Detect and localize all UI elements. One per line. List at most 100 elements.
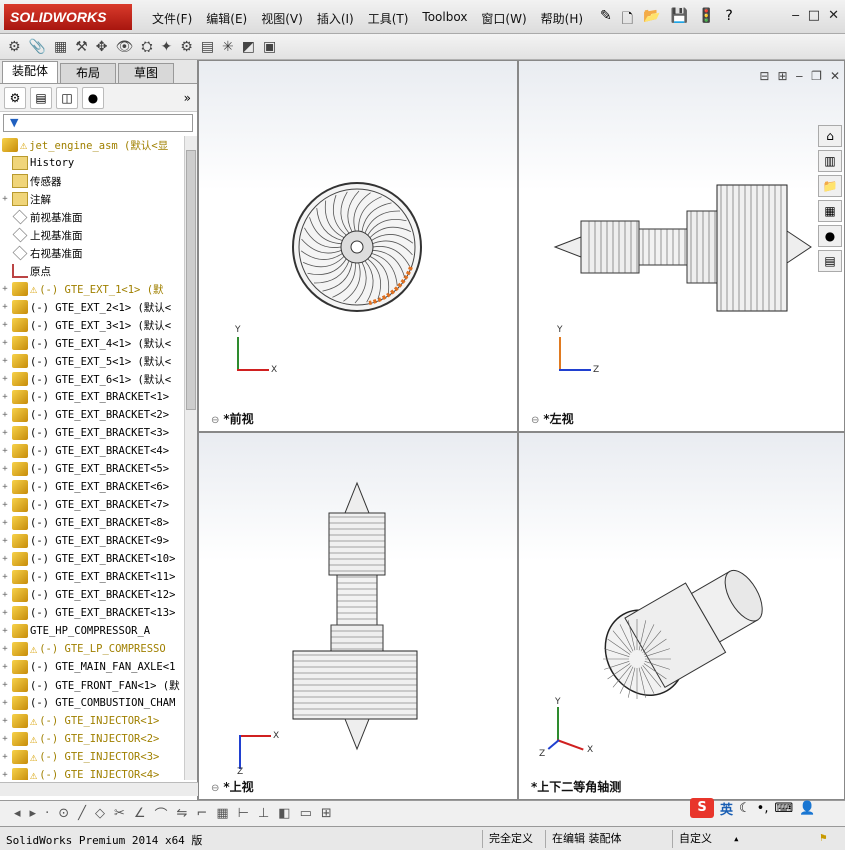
expand-toggle-icon[interactable]: +: [0, 572, 10, 582]
mirror-icon[interactable]: ⇋: [177, 806, 188, 821]
expand-toggle-icon[interactable]: +: [0, 518, 10, 528]
scroll-right-icon[interactable]: ▸: [30, 806, 37, 821]
four-view-icon[interactable]: ⊞: [321, 806, 332, 821]
menu-insert[interactable]: 插入(I): [317, 10, 354, 27]
trim-icon[interactable]: ✂: [114, 806, 125, 821]
new-motion-study-icon[interactable]: ⚙: [180, 39, 193, 55]
move-component-icon[interactable]: ✥: [96, 39, 108, 55]
expand-toggle-icon[interactable]: +: [0, 338, 10, 348]
viewport-left[interactable]: ⊟ ⊞ ‒ ❐ ✕ Y Z ⌂ ▥ 📁 ▦ ● ▤ ⊖ *左视: [518, 60, 845, 432]
menu-tools[interactable]: 工具(T): [368, 10, 409, 27]
fillet-icon[interactable]: ⌒: [155, 804, 168, 823]
scroll-left-icon[interactable]: ◂: [14, 806, 21, 821]
units-dropdown-icon[interactable]: ▴: [733, 832, 740, 845]
tree-item[interactable]: + GTE_HP_COMPRESSOR_A: [0, 622, 184, 640]
rebuild-icon[interactable]: 🚦: [698, 8, 715, 32]
exploded-view-icon[interactable]: ✳: [222, 39, 234, 55]
property-manager-icon[interactable]: ▤: [30, 86, 52, 109]
tree-item[interactable]: + (-) GTE_EXT_2<1> (默认<: [0, 298, 184, 316]
expand-toggle-icon[interactable]: +: [0, 644, 10, 654]
save-icon[interactable]: 💾: [670, 8, 687, 32]
polygon-icon[interactable]: ◇: [95, 806, 105, 821]
tree-item[interactable]: + (-) GTE_EXT_BRACKET<12>: [0, 586, 184, 604]
home-icon[interactable]: ⌂: [818, 125, 842, 147]
line-icon[interactable]: ╱: [78, 806, 86, 821]
display-manager-icon[interactable]: ●: [82, 86, 104, 109]
tree-item[interactable]: + (-) GTE_EXT_BRACKET<1>: [0, 388, 184, 406]
relation-icon[interactable]: ⊥: [258, 806, 269, 821]
viewport-top[interactable]: X Z ⊖ *上视: [198, 432, 518, 800]
expand-toggle-icon[interactable]: +: [0, 410, 10, 420]
configuration-manager-icon[interactable]: ◫: [56, 86, 78, 109]
custom-properties-icon[interactable]: ▤: [818, 250, 842, 272]
expand-toggle-icon[interactable]: +: [0, 608, 10, 618]
open-icon[interactable]: 📂: [643, 8, 660, 32]
tree-item[interactable]: + (-) GTE_EXT_3<1> (默认<: [0, 316, 184, 334]
expand-toggle-icon[interactable]: +: [0, 680, 10, 690]
tree-item[interactable]: + (-) GTE_EXT_6<1> (默认<: [0, 370, 184, 388]
expand-toggle-icon[interactable]: +: [0, 500, 10, 510]
expand-toggle-icon[interactable]: +: [0, 356, 10, 366]
smart-fasteners-icon[interactable]: ⚒: [75, 39, 88, 55]
angle-icon[interactable]: ∠: [134, 806, 146, 821]
expand-toggle-icon[interactable]: +: [0, 374, 10, 384]
offset-icon[interactable]: ⌐: [196, 806, 207, 821]
tree-item[interactable]: 传感器: [0, 172, 184, 190]
new-document-icon[interactable]: 🗋: [622, 8, 633, 32]
menu-edit[interactable]: 编辑(E): [206, 10, 247, 27]
tree-item[interactable]: + (-) GTE_EXT_BRACKET<2>: [0, 406, 184, 424]
minimize-button[interactable]: ‒: [792, 8, 800, 23]
punctuation-icon[interactable]: •,: [757, 801, 769, 816]
expand-toggle-icon[interactable]: +: [0, 716, 10, 726]
scrollbar-thumb[interactable]: [186, 150, 196, 410]
instant3d-icon[interactable]: ◩: [242, 39, 255, 55]
tree-item[interactable]: + (-) GTE_EXT_BRACKET<13>: [0, 604, 184, 622]
tree-item[interactable]: + ⚠ (-) GTE_INJECTOR<2>: [0, 730, 184, 748]
view-cube-icon[interactable]: ◧: [278, 806, 290, 821]
point-icon[interactable]: ·: [45, 806, 49, 821]
menu-help[interactable]: 帮助(H): [541, 10, 583, 27]
filter-input[interactable]: ▼: [3, 114, 193, 132]
tree-item[interactable]: + (-) GTE_EXT_BRACKET<9>: [0, 532, 184, 550]
tree-root[interactable]: ⚠ jet_engine_asm (默认<显: [0, 136, 184, 154]
tree-item[interactable]: + ⚠ (-) GTE_INJECTOR<4>: [0, 766, 184, 780]
ime-logo[interactable]: S: [690, 798, 714, 818]
tree-item[interactable]: + (-) GTE_EXT_BRACKET<6>: [0, 478, 184, 496]
feature-manager-icon[interactable]: ⚙: [4, 86, 26, 109]
tab-assembly[interactable]: 装配体: [2, 61, 58, 83]
pin-icon[interactable]: ✎: [600, 8, 612, 32]
single-view-icon[interactable]: ▭: [300, 806, 312, 821]
keyboard-icon[interactable]: ⌨: [774, 801, 793, 816]
circle-icon[interactable]: ⊙: [58, 806, 69, 821]
appearances-icon[interactable]: ●: [818, 225, 842, 247]
tree-item[interactable]: + (-) GTE_EXT_BRACKET<7>: [0, 496, 184, 514]
restore-button[interactable]: □: [808, 8, 820, 23]
close-button[interactable]: ✕: [828, 8, 839, 23]
tree-item[interactable]: + (-) GTE_FRONT_FAN<1> (默: [0, 676, 184, 694]
tree-item[interactable]: + (-) GTE_EXT_BRACKET<5>: [0, 460, 184, 478]
solidworks-logo[interactable]: SOLIDWORKS: [4, 4, 132, 30]
moon-icon[interactable]: ☾: [739, 801, 751, 816]
reference-geometry-icon[interactable]: ✦: [161, 39, 173, 55]
assembly-features-icon[interactable]: ⛭: [141, 39, 152, 55]
linear-pattern-icon[interactable]: ▦: [54, 39, 67, 55]
tree-horizontal-scrollbar[interactable]: [0, 782, 198, 796]
viewport-front[interactable]: Y X ⊖ *前视: [198, 60, 518, 432]
menu-toolbox[interactable]: Toolbox: [422, 10, 467, 27]
graphics-area[interactable]: ⌕ ⊕ ↶ ◧ ▣ ◆ ◐ ● ☁ ▤ Y X ⊖*前视 ⊟ ⊞: [198, 60, 845, 800]
dimension-icon[interactable]: ⊢: [238, 806, 249, 821]
view-palette-icon[interactable]: ▦: [818, 200, 842, 222]
expand-toggle-icon[interactable]: +: [0, 536, 10, 546]
file-explorer-icon[interactable]: 📁: [818, 175, 842, 197]
expand-toggle-icon[interactable]: +: [0, 734, 10, 744]
tree-item[interactable]: 上视基准面: [0, 226, 184, 244]
tree-item[interactable]: + (-) GTE_EXT_BRACKET<3>: [0, 424, 184, 442]
tree-item[interactable]: + (-) GTE_EXT_BRACKET<11>: [0, 568, 184, 586]
expand-toggle-icon[interactable]: +: [0, 662, 10, 672]
tree-item[interactable]: + (-) GTE_MAIN_FAN_AXLE<1: [0, 658, 184, 676]
expand-toggle-icon[interactable]: +: [0, 194, 10, 204]
tree-item[interactable]: + ⚠ (-) GTE_LP_COMPRESSO: [0, 640, 184, 658]
status-units[interactable]: 自定义: [672, 830, 712, 848]
tree-item[interactable]: + (-) GTE_EXT_BRACKET<10>: [0, 550, 184, 568]
expand-toggle-icon[interactable]: +: [0, 590, 10, 600]
